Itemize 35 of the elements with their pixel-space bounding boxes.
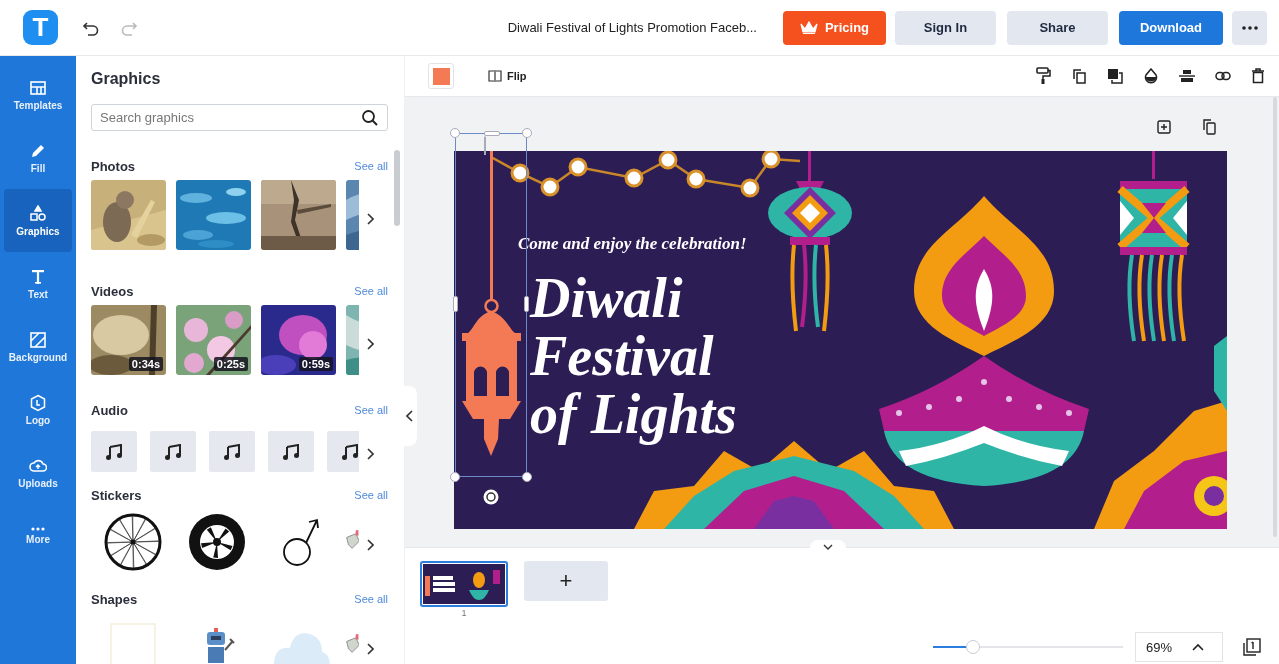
panel-title: Graphics [91,70,162,88]
header-button[interactable]: Sign In [895,10,996,45]
sidebar-tab[interactable]: More [0,504,76,567]
section-title: Audio [91,402,128,418]
sidebar-tab[interactable]: Fill [0,126,76,189]
design-subtitle[interactable]: Come and enjoy the celebration! [518,234,747,253]
search-field[interactable]: Search graphics [91,104,388,131]
search-input[interactable]: Search graphics [100,110,340,125]
see-all-link[interactable]: See all [354,489,388,501]
sidebar-tab[interactable]: Logo [0,378,76,441]
see-all-link[interactable]: See all [354,593,388,605]
see-all-link[interactable]: See all [354,404,388,416]
sidebar-tab[interactable]: Templates [0,63,76,126]
section-title: Videos [91,283,134,299]
zoom-dropdown[interactable]: 69% [1135,632,1223,662]
flip-button[interactable]: Flip [488,70,527,82]
see-all-link[interactable]: See all [354,160,388,172]
download-button[interactable]: Download [1119,10,1223,45]
sidebar-tab[interactable]: Graphics [4,189,72,252]
app-logo[interactable]: T [23,10,58,45]
see-all-link[interactable]: See all [354,285,388,297]
sidebar-tab[interactable]: Background [0,315,76,378]
pricing-button[interactable]: Pricing [783,10,886,45]
header-button[interactable]: Share [1007,10,1108,45]
page-number: 1 [461,608,467,618]
document-title[interactable]: Diwali Festival of Lights Promotion Faceb... [507,20,757,35]
video-duration: 0:59s [298,357,333,371]
video-duration: 0:34s [128,357,163,371]
section-title: Shapes [91,591,138,607]
sidebar-tab[interactable]: Text [0,252,76,315]
add-page-button[interactable]: + [524,561,608,601]
sidebar-tab[interactable]: Uploads [0,441,76,504]
video-duration: 0:25s [213,357,248,371]
section-title: Stickers [91,487,142,503]
section-title: Photos [91,158,136,174]
